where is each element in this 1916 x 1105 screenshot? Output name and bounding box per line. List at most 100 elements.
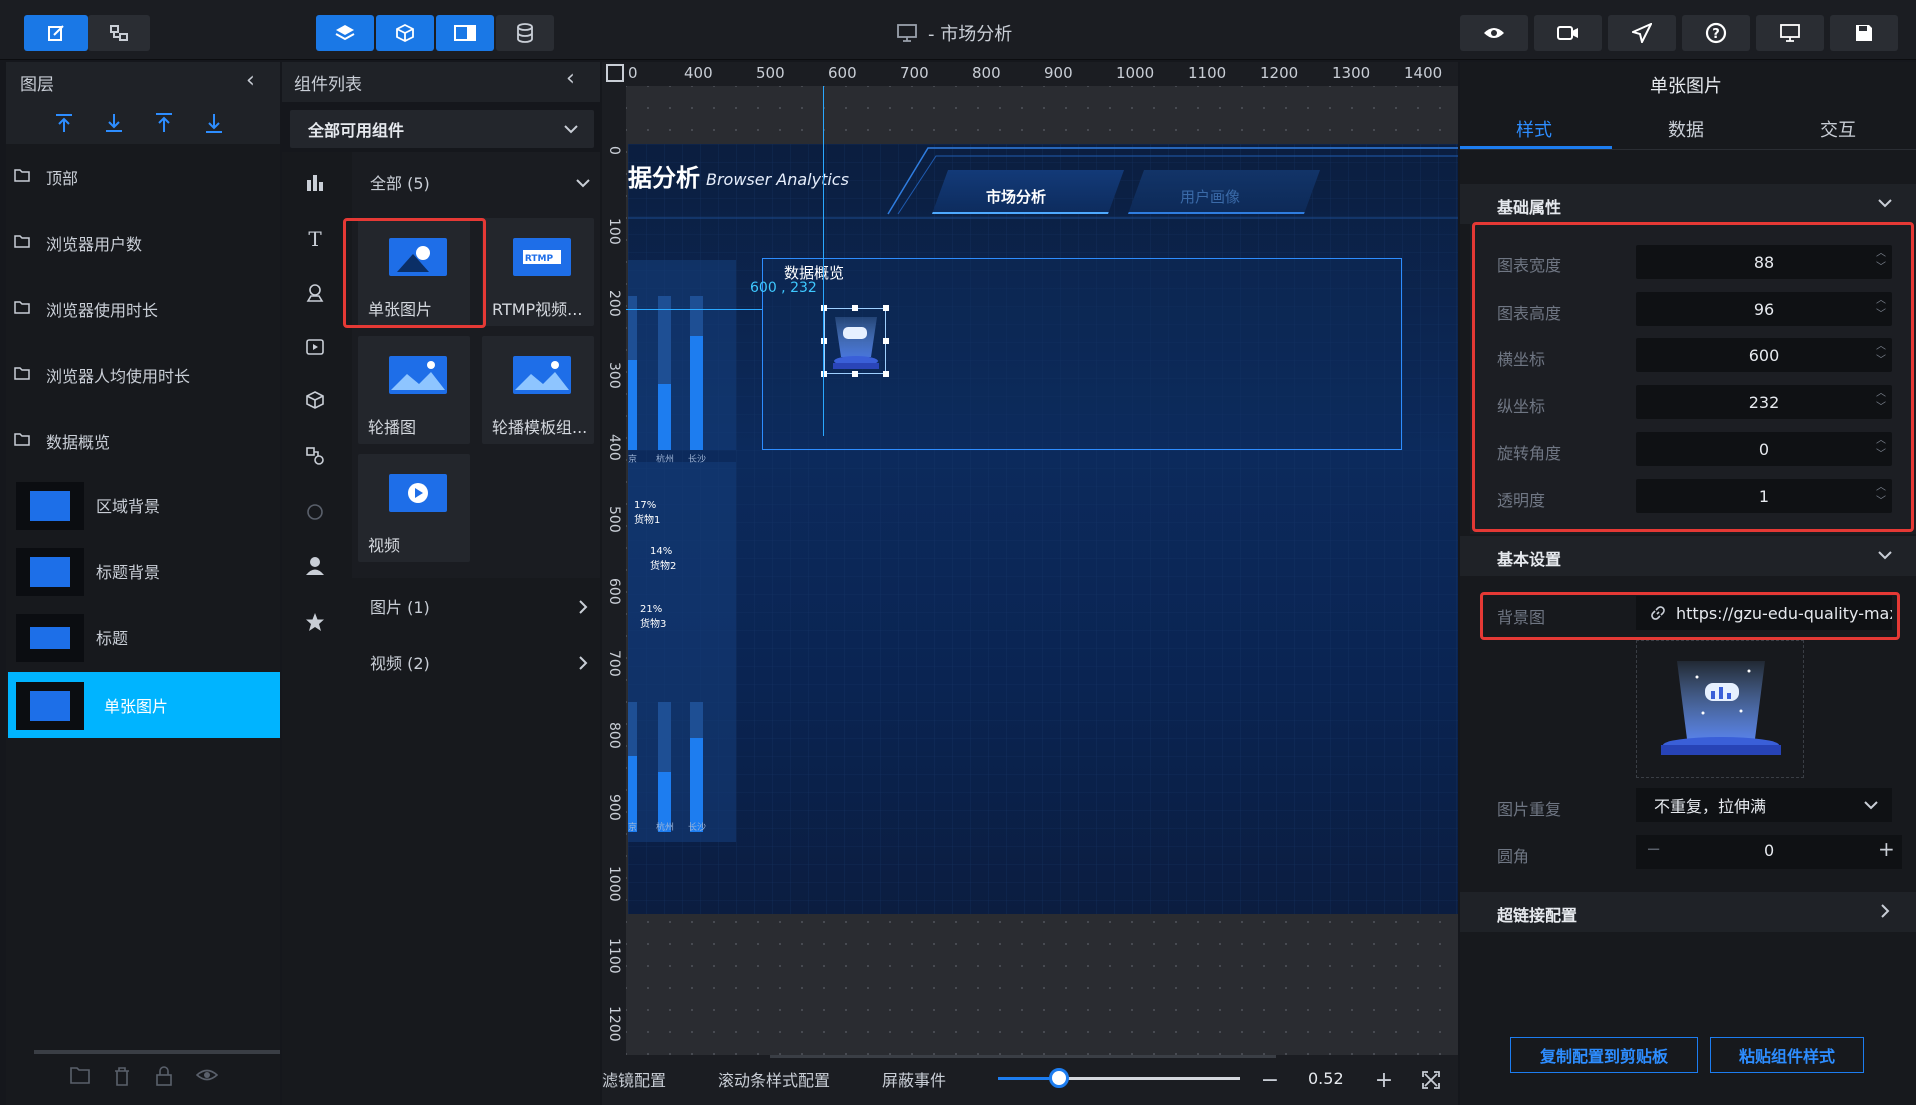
ruler-tick: 1200 [1260,64,1299,82]
record-button[interactable] [1534,15,1602,51]
bar-chart-panel-1[interactable] [628,260,736,450]
layer-item-title-bg[interactable]: 标题背景 [8,540,278,602]
category-image[interactable]: 图片 (1) [358,586,596,626]
chevron-down-icon[interactable] [1878,198,1892,208]
user-icon[interactable] [305,556,325,576]
help-button[interactable]: ? [1682,15,1750,51]
resize-handle[interactable] [821,371,827,377]
decrement-button[interactable]: − [1646,839,1661,860]
layers-toggle-button[interactable] [316,15,374,51]
layer-item-browser-avg-usage[interactable]: 浏览器人均使用时长 [8,344,278,406]
send-icon [1632,23,1652,43]
layer-item-data-overview[interactable]: 数据概览 [8,410,278,472]
collapse-components-icon[interactable]: ‹ [566,66,575,91]
trash-icon[interactable] [112,1066,132,1086]
bg-image-preview[interactable] [1636,640,1804,778]
layer-item-browser-usage[interactable]: 浏览器使用时长 [8,278,278,340]
save-button[interactable] [1830,15,1898,51]
selected-image-element[interactable] [824,308,886,374]
new-folder-icon[interactable] [70,1066,90,1084]
layer-item-single-image[interactable]: 单张图片 [8,672,280,738]
preview-mode-button[interactable] [88,15,150,51]
chevron-down-icon[interactable] [1878,550,1892,560]
pie-label-name: 货物1 [634,515,661,526]
repeat-label: 图片重复 [1497,800,1562,819]
copy-config-button[interactable]: 复制配置到剪贴板 [1510,1037,1698,1073]
move-top-icon[interactable] [154,112,174,134]
move-down-icon[interactable] [104,112,124,134]
media-icon[interactable] [305,338,325,356]
rtmp-icon: RTMP [513,238,571,276]
text-icon[interactable]: T [305,228,325,250]
3d-cube-icon[interactable] [305,390,325,410]
panel-toggle-button[interactable] [436,15,494,51]
database-icon [517,23,533,43]
category-video[interactable]: 视频 (2) [358,642,596,682]
zoom-out-button[interactable]: − [1250,1063,1290,1097]
canvas-h-scrollbar[interactable] [770,1055,1276,1058]
dashboard-screen[interactable]: 据分析 Browser Analytics 市场分析 用户画像 京 杭州 长沙 … [628,144,1458,914]
eye-hide-icon[interactable] [196,1066,218,1084]
component-video[interactable]: 视频 [358,454,470,562]
resize-handle[interactable] [821,338,827,344]
component-filter-select[interactable]: 全部可用组件 [290,110,594,148]
component-label: 轮播模板组... [492,418,588,437]
collapse-left-icon[interactable]: ‹ [246,68,255,93]
radius-stepper[interactable]: − 0 + [1636,835,1902,869]
layer-item-area-bg[interactable]: 区域背景 [8,474,278,536]
folder-icon [14,235,30,248]
filter-config-button[interactable]: 滤镜配置 [602,1067,666,1091]
bar-chart-panel-2[interactable] [628,652,736,842]
screen-button[interactable] [1756,15,1824,51]
publish-button[interactable] [1608,15,1676,51]
monitor-icon [897,24,917,42]
zoom-slider[interactable] [998,1068,1240,1088]
folder-icon [14,169,30,182]
layer-item-top[interactable]: 顶部 [8,146,278,208]
resize-handle[interactable] [852,305,858,311]
resize-handle[interactable] [883,305,889,311]
layer-label: 顶部 [46,169,79,188]
star-icon[interactable] [305,612,325,632]
ruler-tick: 1000 [1116,64,1155,82]
preview-button[interactable] [1460,15,1528,51]
component-carousel[interactable]: 轮播图 [358,336,470,444]
scrollbar-style-button[interactable]: 滚动条样式配置 [718,1067,830,1091]
map-pin-icon[interactable] [305,282,325,302]
lock-icon[interactable] [154,1066,174,1086]
component-carousel-template[interactable]: 轮播模板组... [482,336,594,444]
resize-handle[interactable] [883,371,889,377]
ruler-corner-icon[interactable] [606,64,624,82]
paste-style-label: 粘贴组件样式 [1738,1047,1835,1066]
tab-style[interactable]: 样式 [1516,116,1552,142]
chart-icon[interactable] [305,172,325,192]
data-source-button[interactable] [496,15,554,51]
increment-button[interactable]: + [1878,837,1895,861]
move-up-icon[interactable] [54,112,74,134]
chevron-down-icon [564,125,578,134]
resize-handle[interactable] [883,338,889,344]
component-rtmp-video[interactable]: RTMP RTMP视频... [482,218,594,326]
edit-mode-button[interactable] [24,15,88,51]
category-all[interactable]: 全部 (5) [358,162,596,202]
highlight-basic-props [1472,222,1914,532]
zoom-in-button[interactable]: + [1364,1063,1404,1097]
components-toggle-button[interactable] [376,15,434,51]
repeat-select[interactable]: 不重复，拉伸满 [1636,788,1892,822]
layer-item-title[interactable]: 标题 [8,606,278,668]
chevron-right-icon[interactable] [1880,904,1890,918]
move-bottom-icon[interactable] [204,112,224,134]
fullscreen-icon[interactable] [1422,1071,1440,1089]
layer-scrollbar[interactable] [34,1050,280,1054]
layer-item-browser-users[interactable]: 浏览器用户数 [8,212,278,274]
tab-data[interactable]: 数据 [1668,116,1704,142]
coordinate-readout: 600 , 232 [750,280,817,296]
block-events-button[interactable]: 屏蔽事件 [882,1067,946,1091]
zoom-slider-thumb[interactable] [1048,1068,1069,1088]
paste-style-button[interactable]: 粘贴组件样式 [1710,1037,1864,1073]
circle-icon[interactable] [305,502,325,522]
relation-icon[interactable] [305,446,325,466]
resize-handle[interactable] [852,371,858,377]
resize-handle[interactable] [821,305,827,311]
tab-interaction[interactable]: 交互 [1820,116,1856,142]
